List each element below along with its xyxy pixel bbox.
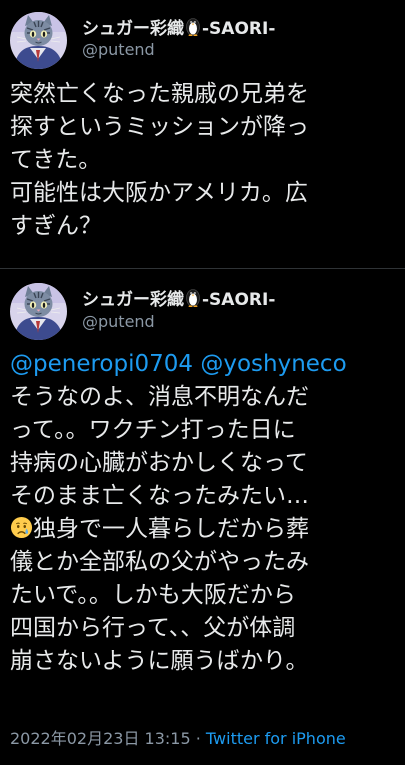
mention-link[interactable]: @yoshyneco bbox=[200, 351, 346, 377]
tweet[interactable]: シュガー彩織 -SAORI- @putend @peneropi0704 @yos… bbox=[0, 269, 405, 765]
tweet-line: って。。ワクチン打った日に bbox=[10, 417, 296, 443]
tweet-line: そうなのよ、消息不明なんだ bbox=[10, 384, 309, 410]
avatar[interactable] bbox=[10, 12, 67, 69]
author-display-name[interactable]: シュガー彩織 -SAORI- bbox=[82, 285, 275, 310]
tweet-line: すぎん？ bbox=[10, 213, 102, 239]
timestamp[interactable]: 2022年02月23日 13:15 bbox=[10, 729, 191, 748]
tweet-line: 可能性は大阪かアメリカ。広 bbox=[10, 180, 308, 206]
tweet-text: @peneropi0704 @yoshyneco そうなのよ、消息不明なんだ って。… bbox=[10, 348, 400, 678]
author-handle[interactable]: @putend bbox=[82, 312, 155, 331]
tweet-meta: 2022年02月23日 13:15 · Twitter for iPhone bbox=[10, 725, 346, 749]
tweet[interactable]: シュガー彩織 -SAORI- @putend 突然亡くなった親戚の兄弟を 探すという… bbox=[0, 0, 405, 268]
tweet-text: 突然亡くなった親戚の兄弟を 探すというミッションが降っ てきた。可能性は大阪かアメリ… bbox=[10, 78, 400, 243]
author-name-prefix: シュガー彩織 bbox=[82, 290, 184, 310]
penguin-icon bbox=[185, 287, 201, 307]
meta-separator: · bbox=[190, 729, 206, 748]
author-display-name[interactable]: シュガー彩織 -SAORI- bbox=[82, 14, 275, 39]
reply-mentions: @peneropi0704 @yoshyneco bbox=[10, 348, 400, 381]
author-name-prefix: シュガー彩織 bbox=[82, 19, 184, 39]
tweet-line: 持病の心臓がおかしくなって bbox=[10, 450, 308, 476]
tweet-line: 突然亡くなった親戚の兄弟を bbox=[10, 81, 309, 107]
tweet-line: 崩さないように願うばかり。 bbox=[10, 648, 309, 674]
tweet-line: 儀とか全部私の父がやったみ bbox=[10, 549, 309, 575]
penguin-icon bbox=[185, 16, 201, 36]
author-name-suffix: -SAORI- bbox=[202, 19, 276, 39]
mention-link[interactable]: @peneropi0704 bbox=[10, 351, 193, 377]
tweet-line: 探すというミッションが降っ bbox=[10, 114, 309, 140]
tweet-line: たいで。。しかも大阪だから bbox=[10, 582, 296, 608]
tweet-line: 独身で一人暮らしだから葬 bbox=[33, 516, 309, 542]
cat-avatar bbox=[10, 283, 67, 340]
author-handle[interactable]: @putend bbox=[82, 40, 155, 59]
tweet-line: そのまま亡くなったみたい… bbox=[10, 483, 309, 509]
source-label[interactable]: Twitter for iPhone bbox=[206, 729, 346, 748]
crying-face-icon bbox=[10, 516, 33, 539]
cat-avatar bbox=[10, 12, 67, 69]
avatar[interactable] bbox=[10, 283, 67, 340]
tweet-line: てきた。 bbox=[10, 147, 102, 173]
tweet-line: 四国から行って、、父が体調 bbox=[10, 615, 296, 641]
author-name-suffix: -SAORI- bbox=[202, 290, 276, 310]
